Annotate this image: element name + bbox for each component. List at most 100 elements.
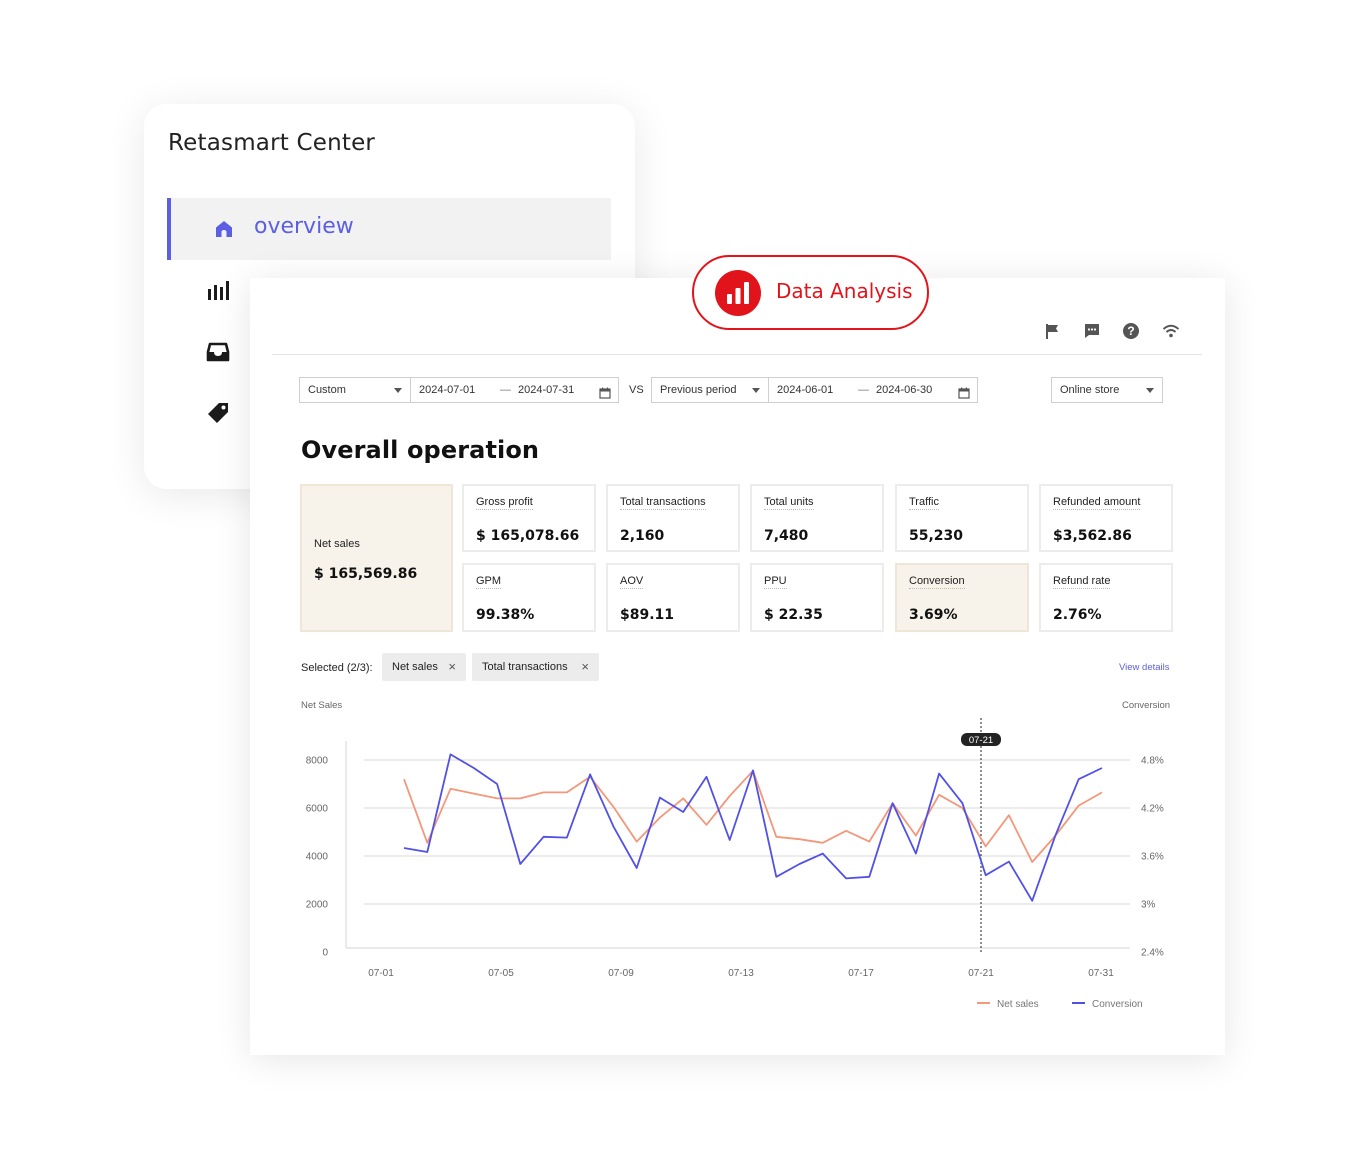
compare-mode-value: Previous period [660,384,737,396]
kpi-tile-total-units[interactable]: Total units 7,480 [750,484,884,552]
kpi-value: $ 22.35 [764,607,823,623]
end-date: 2024-07-31 [518,384,575,396]
y2-tick-label: 3.6% [1141,852,1164,863]
channel-value: Online store [1060,384,1120,396]
y-tick-label: 8000 [306,756,329,767]
y2-tick-label: 3% [1141,900,1156,911]
kpi-tile-total-transactions[interactable]: Total transactions 2,160 [606,484,740,552]
flag-icon[interactable] [1044,322,1062,340]
kpi-label: Refunded amount [1053,496,1141,510]
data-analysis-badge: Data Analysis [692,255,929,330]
compare-date-range-input[interactable]: 2024-06-01 — 2024-06-30 [768,377,978,403]
kpi-label: Net sales [314,538,360,550]
kpi-tile-aov[interactable]: AOV $89.11 [606,563,740,632]
chip-label: Net sales [392,661,438,673]
range-separator: — [858,384,869,396]
kpi-label: Conversion [909,575,965,589]
kpi-value: $89.11 [620,607,675,623]
sidebar-item-overview[interactable]: overview [167,198,611,260]
y-tick-label: 2000 [306,900,329,911]
chip-net-sales[interactable]: Net sales × [382,653,466,681]
kpi-label: PPU [764,575,787,589]
y2-tick-label: 4.8% [1141,756,1164,767]
period-mode-select[interactable]: Custom [299,377,411,403]
line-chart: 0 2000 4000 6000 8000 2.4% 3% 3.6% 4.2% 4.8% 07-01… [306,718,1164,1010]
x-tick-label: 07-05 [488,968,514,979]
kpi-label: Total transactions [620,496,706,510]
kpi-tile-net-sales[interactable]: Net sales $ 165,569.86 [300,484,453,632]
kpi-value: 99.38% [476,607,535,623]
kpi-value: $3,562.86 [1053,528,1132,544]
y2-tick-label: 4.2% [1141,804,1164,815]
calendar-icon[interactable] [958,384,970,408]
compare-start-date: 2024-06-01 [777,384,834,396]
kpi-value: $ 165,078.66 [476,528,580,544]
selected-count-label: Selected (2/3): [301,662,373,674]
page-title: Overall operation [301,436,540,464]
kpi-label: GPM [476,575,502,589]
kpi-tile-refund-rate[interactable]: Refund rate 2.76% [1039,563,1173,632]
chevron-down-icon [394,388,402,393]
close-icon[interactable]: × [448,653,456,681]
highlight-label: 07-21 [969,735,993,746]
x-tick-label: 07-13 [728,968,754,979]
series-line-net-sales [403,769,1103,863]
kpi-label: Total units [764,496,814,510]
sidebar-item-label: overview [254,214,354,239]
app-title: Retasmart Center [168,130,376,156]
message-icon[interactable] [1083,322,1101,340]
kpi-label: AOV [620,575,644,589]
x-tick-label: 07-17 [848,968,874,979]
bar-chart-icon [715,270,761,316]
kpi-tile-traffic[interactable]: Traffic 55,230 [895,484,1029,552]
x-tick-label: 07-09 [608,968,634,979]
chip-label: Total transactions [482,661,568,673]
y-tick-label: 4000 [306,852,329,863]
legend-label: Conversion [1092,999,1143,1010]
channel-select[interactable]: Online store [1051,377,1163,403]
help-icon[interactable]: ? [1122,322,1140,340]
kpi-value: 3.69% [909,607,958,623]
y-tick-label: 0 [322,948,328,959]
kpi-value: 2,160 [620,528,665,544]
wifi-icon[interactable] [1162,322,1180,340]
kpi-value: 55,230 [909,528,964,544]
y-tick-label: 6000 [306,804,329,815]
kpi-label: Refund rate [1053,575,1111,589]
chevron-down-icon [1146,388,1154,393]
close-icon[interactable]: × [581,653,589,681]
x-tick-label: 07-21 [968,968,994,979]
inbox-icon[interactable] [206,340,230,369]
calendar-icon[interactable] [599,384,611,408]
range-separator: — [500,384,511,396]
home-icon [213,218,235,245]
start-date: 2024-07-01 [419,384,476,396]
x-tick-label: 07-01 [368,968,394,979]
vs-label: VS [629,384,644,396]
chip-total-transactions[interactable]: Total transactions × [472,653,599,681]
kpi-tile-ppu[interactable]: PPU $ 22.35 [750,563,884,632]
kpi-tile-gpm[interactable]: GPM 99.38% [462,563,596,632]
kpi-value: $ 165,569.86 [314,566,418,582]
kpi-tile-gross-profit[interactable]: Gross profit $ 165,078.66 [462,484,596,552]
date-range-input[interactable]: 2024-07-01 — 2024-07-31 [410,377,619,403]
badge-label: Data Analysis [776,279,913,303]
svg-text:?: ? [1127,324,1134,338]
x-tick-label: 07-31 [1088,968,1114,979]
compare-mode-select[interactable]: Previous period [651,377,769,403]
kpi-value: 2.76% [1053,607,1102,623]
kpi-label: Traffic [909,496,939,510]
chevron-down-icon [752,388,760,393]
view-details-link[interactable]: View details [1119,662,1170,673]
bar-chart-icon[interactable] [206,278,230,307]
kpi-label: Gross profit [476,496,533,510]
compare-end-date: 2024-06-30 [876,384,933,396]
tag-icon[interactable] [206,401,230,430]
period-mode-value: Custom [308,384,346,396]
legend-label: Net sales [997,999,1039,1010]
y2-tick-label: 2.4% [1141,948,1164,959]
kpi-tile-conversion[interactable]: Conversion 3.69% [895,563,1029,632]
series-line-conversion [403,753,1103,902]
main-panel: ? Custom 2024-07-01 — 2024-07-31 VS Prev… [250,278,1225,1055]
kpi-tile-refunded-amount[interactable]: Refunded amount $3,562.86 [1039,484,1173,552]
